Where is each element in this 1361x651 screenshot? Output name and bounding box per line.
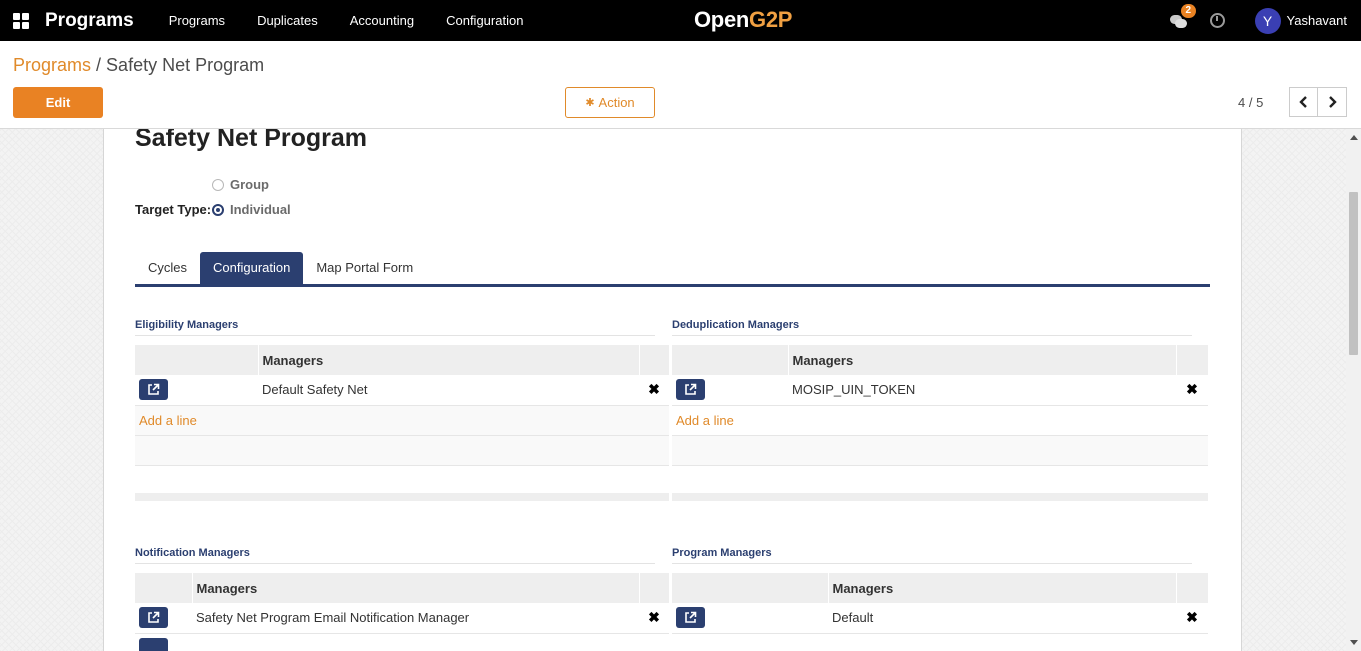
external-link-icon — [685, 383, 697, 396]
open-record-button[interactable] — [676, 379, 705, 401]
scroll-down-arrow-icon[interactable] — [1350, 640, 1358, 645]
table-row[interactable]: Default Safety Net ✖ — [135, 375, 669, 406]
deduplication-managers-section: Deduplication Managers Managers MOSIP_UI… — [672, 319, 1209, 501]
main-menu: Programs Duplicates Accounting Configura… — [153, 0, 540, 41]
edit-button[interactable]: Edit — [13, 87, 103, 118]
menu-item-configuration[interactable]: Configuration — [430, 0, 539, 41]
eligibility-managers-title: Eligibility Managers — [135, 319, 655, 336]
column-header-managers[interactable]: Managers — [828, 573, 1177, 603]
breadcrumb: Programs / Safety Net Program — [13, 55, 264, 76]
chat-icon[interactable]: 2 — [1169, 3, 1197, 29]
manager-name[interactable]: Default Safety Net — [258, 375, 639, 406]
column-header-managers[interactable]: Managers — [788, 345, 1177, 375]
column-header-managers[interactable]: Managers — [258, 345, 640, 375]
notification-count-badge: 2 — [1180, 3, 1197, 18]
pager-previous-button[interactable] — [1289, 87, 1318, 117]
open-record-button[interactable] — [139, 637, 168, 651]
breadcrumb-programs-link[interactable]: Programs — [13, 55, 91, 75]
add-line-link[interactable]: Add a line — [139, 413, 197, 428]
tab-configuration[interactable]: Configuration — [200, 252, 304, 284]
action-button[interactable]: ✱ Action — [565, 87, 655, 118]
radio-option-individual[interactable]: Individual — [212, 202, 291, 217]
table-row[interactable]: MOSIP_UIN_TOKEN ✖ — [672, 375, 1208, 406]
radio-individual-label[interactable]: Individual — [230, 202, 291, 217]
program-managers-section: Program Managers Managers Default ✖ — [672, 547, 1209, 634]
top-navbar: Programs Programs Duplicates Accounting … — [0, 0, 1361, 41]
delete-icon[interactable]: ✖ — [643, 381, 665, 398]
external-link-icon — [685, 611, 697, 624]
notification-managers-table: Managers Safety Net Program Email Notifi… — [135, 573, 670, 651]
scroll-up-arrow-icon[interactable] — [1350, 135, 1358, 140]
table-row[interactable]: Default ✖ — [672, 603, 1208, 634]
openg2p-logo: OpenG2P — [694, 7, 792, 33]
radio-individual-button[interactable] — [212, 203, 224, 216]
manager-name[interactable]: Safety Net Program Email Notification Ma… — [192, 603, 639, 634]
chevron-right-icon — [1329, 96, 1337, 108]
apps-menu-icon[interactable] — [13, 12, 29, 29]
radio-group-button[interactable] — [212, 178, 224, 191]
pager-next-button[interactable] — [1318, 87, 1347, 117]
form-sheet: Safety Net Program Group Target Type: In… — [103, 129, 1242, 651]
manager-name[interactable]: MOSIP_UIN_TOKEN — [788, 375, 1176, 406]
notification-managers-title: Notification Managers — [135, 547, 655, 564]
pager-buttons — [1289, 87, 1347, 117]
tab-cycles[interactable]: Cycles — [135, 252, 200, 284]
program-managers-table: Managers Default ✖ — [672, 573, 1209, 634]
table-row[interactable]: Safety Net Program Email Notification Ma… — [135, 603, 669, 634]
eligibility-managers-table: Managers Default Safety Net ✖ Add a line — [135, 345, 670, 466]
logo-text-open: Open — [694, 7, 750, 32]
table-footer — [672, 492, 1208, 501]
table-row[interactable] — [135, 633, 669, 651]
chevron-left-icon — [1298, 96, 1307, 108]
record-title: Safety Net Program — [135, 129, 368, 152]
external-link-icon — [148, 611, 160, 624]
user-name[interactable]: Yashavant — [1287, 13, 1347, 28]
open-record-button[interactable] — [139, 379, 168, 401]
action-button-label: Action — [598, 95, 635, 110]
gear-icon: ✱ — [585, 97, 595, 109]
delete-icon[interactable]: ✖ — [1180, 381, 1204, 398]
delete-icon[interactable]: ✖ — [643, 609, 665, 626]
table-footer — [135, 492, 669, 501]
menu-item-programs[interactable]: Programs — [153, 0, 241, 41]
logo-text-g2p: G2P — [749, 7, 793, 32]
target-type-label: Target Type: — [135, 202, 212, 217]
radio-option-group[interactable]: Group — [212, 177, 269, 192]
menu-item-accounting[interactable]: Accounting — [334, 0, 430, 41]
menu-item-duplicates[interactable]: Duplicates — [241, 0, 334, 41]
notebook-tabs: Cycles Configuration Map Portal Form — [135, 252, 1210, 287]
form-view-area: Safety Net Program Group Target Type: In… — [0, 129, 1361, 651]
scrollbar-thumb[interactable] — [1349, 192, 1358, 355]
manager-name[interactable]: Default — [828, 603, 1176, 634]
delete-icon[interactable]: ✖ — [1180, 609, 1204, 626]
tab-map-portal-form[interactable]: Map Portal Form — [303, 252, 426, 284]
user-avatar[interactable]: Y — [1254, 7, 1281, 34]
breadcrumb-current: Safety Net Program — [106, 55, 265, 75]
notification-managers-section: Notification Managers Managers Safety Ne… — [135, 547, 670, 651]
radio-group-label[interactable]: Group — [230, 177, 269, 192]
add-line-link[interactable]: Add a line — [676, 413, 734, 428]
eligibility-managers-section: Eligibility Managers Managers Default Sa… — [135, 319, 670, 501]
vertical-scrollbar[interactable] — [1346, 129, 1361, 651]
control-panel: Programs / Safety Net Program Edit ✱ Acti… — [0, 41, 1361, 129]
pager-value: 4 / 5 — [1238, 95, 1264, 110]
deduplication-managers-title: Deduplication Managers — [672, 319, 1192, 336]
program-managers-title: Program Managers — [672, 547, 1192, 564]
column-header-managers[interactable]: Managers — [192, 573, 640, 603]
breadcrumb-separator: / — [91, 55, 107, 75]
navbar-systray: 2 Y Yashavant — [1169, 0, 1361, 41]
external-link-icon — [148, 383, 160, 396]
open-record-button[interactable] — [139, 607, 168, 629]
open-record-button[interactable] — [676, 607, 705, 629]
activity-clock-icon[interactable] — [1209, 13, 1225, 28]
deduplication-managers-table: Managers MOSIP_UIN_TOKEN ✖ Add a line — [672, 345, 1209, 466]
app-title[interactable]: Programs — [45, 10, 134, 32]
